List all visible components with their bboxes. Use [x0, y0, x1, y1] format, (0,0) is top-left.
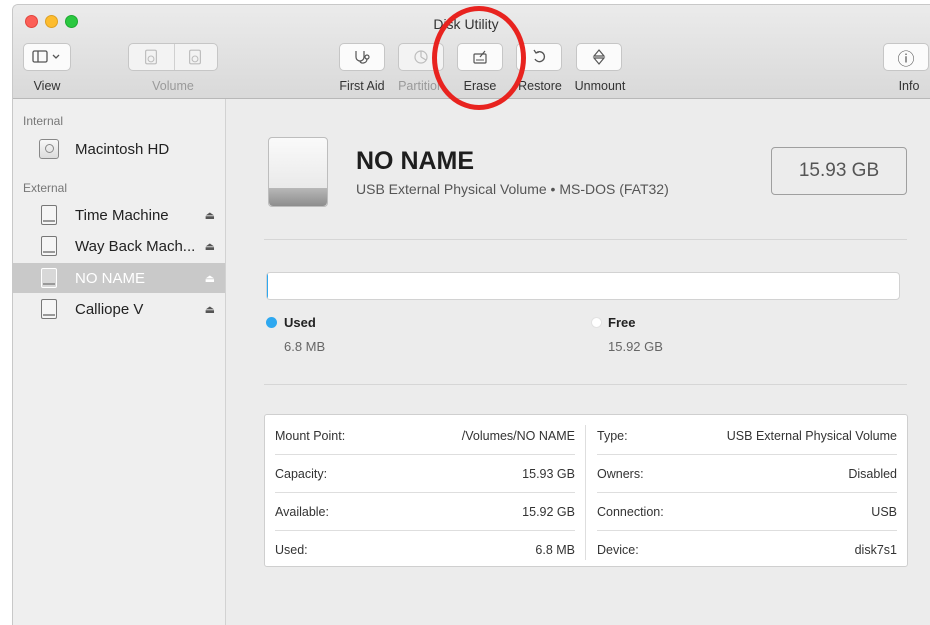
- internal-disk-icon: [39, 139, 59, 159]
- external-disk-icon: [41, 205, 57, 225]
- info-row-connection: Connection: USB: [587, 493, 907, 531]
- view-label: View: [33, 79, 61, 93]
- eject-icon[interactable]: ⏏: [205, 303, 215, 316]
- partition-pie-icon: [414, 50, 428, 64]
- usage-bar: [266, 272, 900, 300]
- info-button[interactable]: ⓘ: [883, 43, 929, 71]
- info-key: Used:: [275, 543, 308, 557]
- volume-detail-pane: NO NAME USB External Physical Volume • M…: [226, 99, 930, 625]
- sidebar-item-label: Way Back Mach...: [75, 237, 196, 255]
- volume-disk-icon: [268, 137, 328, 207]
- sidebar-item-macintosh-hd[interactable]: Macintosh HD: [13, 134, 225, 164]
- info-key: Available:: [275, 505, 329, 519]
- volume-size-badge: 15.93 GB: [771, 147, 907, 195]
- info-row-owners: Owners: Disabled: [587, 455, 907, 493]
- first-aid-label: First Aid: [339, 79, 385, 93]
- info-value: USB: [871, 505, 897, 519]
- sidebar-toggle-icon: [32, 50, 60, 63]
- info-key: Capacity:: [275, 467, 328, 481]
- sidebar-item-calliope-v[interactable]: Calliope V ⏏: [13, 294, 225, 324]
- info-label: Info: [898, 79, 920, 93]
- info-key: Owners:: [597, 467, 644, 481]
- info-value: Disabled: [848, 467, 897, 481]
- restore-arrow-icon: [533, 49, 545, 63]
- info-value: USB External Physical Volume: [726, 429, 897, 443]
- volume-segmented-control[interactable]: [128, 43, 218, 71]
- sidebar-header-external: External: [23, 181, 68, 195]
- used-legend-label: Used: [284, 315, 316, 330]
- divider: [264, 239, 907, 240]
- volume-info-table: Mount Point: /Volumes/NO NAME Capacity: …: [264, 414, 908, 567]
- volume-subtitle: USB External Physical Volume • MS-DOS (F…: [356, 181, 669, 197]
- free-legend-label: Free: [608, 315, 636, 330]
- eject-icon[interactable]: ⏏: [205, 240, 215, 253]
- info-key: Connection:: [597, 505, 664, 519]
- info-value: 15.93 GB: [522, 467, 575, 481]
- info-icon: ⓘ: [897, 49, 915, 69]
- info-row-available: Available: 15.92 GB: [265, 493, 585, 531]
- view-button[interactable]: [23, 43, 71, 71]
- free-value: 15.92 GB: [608, 339, 663, 354]
- info-key: Device:: [597, 543, 639, 557]
- sidebar-item-label: NO NAME: [75, 269, 146, 287]
- first-aid-button[interactable]: [339, 43, 385, 71]
- unmount-button[interactable]: [576, 43, 622, 71]
- unmount-icon: [592, 49, 606, 65]
- info-row-device: Device: disk7s1: [587, 531, 907, 569]
- free-legend-dot: [591, 317, 602, 328]
- external-disk-icon: [41, 236, 57, 256]
- sidebar: Internal Macintosh HD External Time Mach…: [13, 99, 226, 625]
- sidebar-item-way-back-machine[interactable]: Way Back Mach... ⏏: [13, 231, 225, 261]
- info-value: /Volumes/NO NAME: [461, 429, 575, 443]
- add-volume-icon: [145, 49, 201, 65]
- info-value: 15.92 GB: [522, 505, 575, 519]
- unmount-label: Unmount: [574, 79, 626, 93]
- volume-label: Volume: [152, 79, 194, 93]
- used-value: 6.8 MB: [284, 339, 326, 354]
- stethoscope-icon: [355, 51, 370, 64]
- volume-name: NO NAME: [356, 147, 475, 175]
- info-value: 6.8 MB: [535, 543, 575, 557]
- used-legend-dot: [266, 317, 277, 328]
- info-row-type: Type: USB External Physical Volume: [587, 417, 907, 455]
- info-key: Type:: [597, 429, 628, 443]
- annotation-circle-highlight: [432, 6, 526, 110]
- external-disk-icon: [41, 268, 57, 288]
- sidebar-item-label: Calliope V: [75, 300, 144, 318]
- info-row-used: Used: 6.8 MB: [265, 531, 585, 569]
- divider: [264, 384, 907, 385]
- sidebar-item-label: Macintosh HD: [75, 140, 170, 158]
- info-value: disk7s1: [854, 543, 897, 557]
- sidebar-item-label: Time Machine: [75, 206, 169, 224]
- eject-icon[interactable]: ⏏: [205, 272, 215, 285]
- sidebar-item-time-machine[interactable]: Time Machine ⏏: [13, 200, 225, 230]
- info-row-capacity: Capacity: 15.93 GB: [265, 455, 585, 493]
- info-row-mount-point: Mount Point: /Volumes/NO NAME: [265, 417, 585, 455]
- column-divider: [585, 425, 586, 560]
- info-key: Mount Point:: [275, 429, 346, 443]
- external-disk-icon: [41, 299, 57, 319]
- sidebar-header-internal: Internal: [23, 114, 64, 128]
- sidebar-item-no-name[interactable]: NO NAME ⏏: [13, 263, 225, 293]
- eject-icon[interactable]: ⏏: [205, 209, 215, 222]
